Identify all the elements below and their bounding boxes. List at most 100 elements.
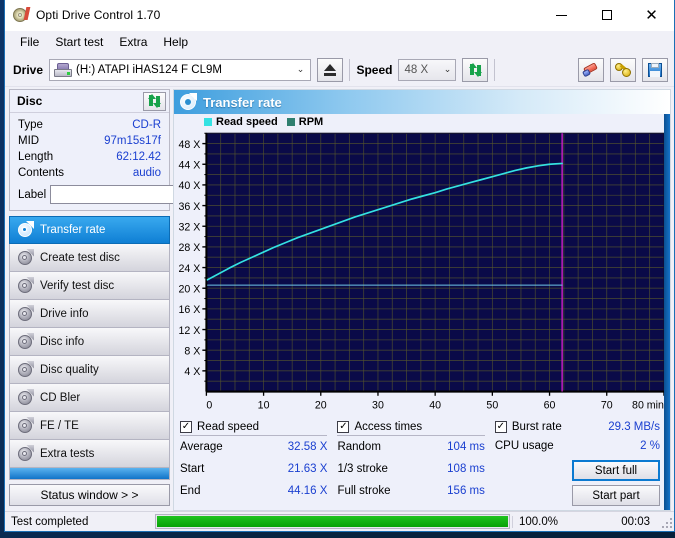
read-speed-header: Read speed: [180, 421, 328, 436]
start-part-label: Start part: [592, 489, 640, 502]
disc-key-contents: Contents: [18, 167, 65, 179]
stat-row-random: Random 104 ms: [337, 436, 484, 458]
maximize-button[interactable]: [584, 0, 629, 31]
sidebar-item-extra-tests[interactable]: Extra tests: [9, 440, 170, 468]
legend-swatch: [204, 117, 212, 126]
disc-label-row: Label: [18, 184, 240, 205]
sidebar-item-label: FE / TE: [40, 419, 79, 432]
stat-key: End: [180, 485, 201, 497]
elapsed-time: 00:03: [621, 515, 650, 528]
start-full-button[interactable]: Start full: [572, 460, 660, 481]
progress-bar-fill: [157, 516, 508, 527]
svg-text:80 min: 80 min: [632, 399, 664, 411]
svg-text:28 X: 28 X: [178, 242, 201, 254]
stat-value: 32.58 X: [287, 441, 328, 453]
floppy-save-icon: [648, 62, 662, 77]
tools-button[interactable]: [610, 57, 636, 82]
close-icon: ✕: [645, 5, 658, 24]
sidebar-nav-spacer: [9, 468, 170, 480]
erase-button[interactable]: [578, 57, 604, 82]
start-part-button[interactable]: Start part: [572, 485, 660, 506]
sidebar-item-fe-te[interactable]: FE / TE: [9, 412, 170, 440]
disc-key-type: Type: [18, 119, 43, 131]
svg-text:50: 50: [486, 399, 498, 411]
access-times-header: Access times: [337, 421, 485, 436]
toolbar-separator-1: [349, 58, 351, 81]
disc-info-panel: Disc Type CD-R MID 97m15s17f Length 62:1…: [9, 89, 240, 211]
disc-test-icon: [17, 332, 34, 350]
menu-item-help[interactable]: Help: [156, 33, 195, 51]
access-times-title: Access times: [354, 421, 423, 433]
svg-text:24 X: 24 X: [178, 263, 201, 275]
sidebar-item-label: Create test disc: [40, 251, 120, 264]
stat-value: 108 ms: [447, 463, 485, 475]
disc-test-icon: [17, 444, 34, 462]
status-window-button[interactable]: Status window > >: [9, 484, 170, 506]
sidebar-item-disc-info[interactable]: Disc info: [9, 328, 170, 356]
minimize-icon: [556, 14, 567, 16]
stat-row-third-stroke: 1/3 stroke 108 ms: [337, 458, 484, 480]
stat-key: Random: [337, 441, 381, 453]
drive-select-value: (H:) ATAPI iHAS124 F CL9M: [76, 63, 222, 76]
refresh-icon: [147, 94, 162, 108]
title-bar: Opti Drive Control 1.70 ✕: [5, 0, 674, 31]
right-scroll-edge[interactable]: [664, 114, 670, 510]
status-bar: Test completed 100.0% 00:03: [5, 511, 674, 531]
stat-value: 21.63 X: [287, 463, 328, 475]
sidebar-item-drive-info[interactable]: Drive info: [9, 300, 170, 328]
window-title: Opti Drive Control 1.70: [36, 8, 161, 22]
disc-panel-header: Disc: [10, 90, 169, 113]
sidebar-item-verify-test-disc[interactable]: Verify test disc: [9, 272, 170, 300]
close-button[interactable]: ✕: [629, 0, 674, 31]
menu-item-file[interactable]: File: [13, 33, 46, 51]
disc-test-icon: [17, 304, 34, 322]
svg-text:0: 0: [206, 399, 212, 411]
read-speed-checkbox[interactable]: [180, 421, 192, 433]
burst-rate-header: Burst rate 29.3 MB/s: [494, 421, 660, 435]
bug-icon: [615, 62, 631, 77]
legend-label: Read speed: [216, 115, 278, 128]
sidebar-item-disc-quality[interactable]: Disc quality: [9, 356, 170, 384]
menu-item-start-test[interactable]: Start test: [48, 33, 110, 51]
menu-item-extra[interactable]: Extra: [112, 33, 154, 51]
sidebar-item-create-test-disc[interactable]: Create test disc: [9, 244, 170, 272]
disc-test-icon: [180, 93, 197, 110]
speed-select[interactable]: 48 X ⌄: [398, 58, 457, 81]
status-message: Test completed: [11, 515, 89, 528]
disc-test-icon: [17, 388, 34, 406]
main-body: Disc Type CD-R MID 97m15s17f Length 62:1…: [5, 87, 674, 511]
save-button[interactable]: [642, 57, 668, 82]
minimize-button[interactable]: [539, 0, 584, 31]
eraser-icon: [582, 61, 599, 77]
stat-row-average: Average 32.58 X: [180, 436, 327, 458]
start-full-label: Start full: [594, 464, 638, 477]
status-window-button-label: Status window > >: [40, 488, 139, 502]
sidebar-item-cd-bler[interactable]: CD Bler: [9, 384, 170, 412]
stat-row-start: Start 21.63 X: [180, 458, 327, 480]
progress-bar: [155, 514, 510, 529]
disc-refresh-button[interactable]: [143, 91, 166, 111]
disc-row-mid: MID 97m15s17f: [18, 133, 161, 149]
sidebar-item-transfer-rate[interactable]: Transfer rate: [9, 216, 170, 244]
refresh-button[interactable]: [462, 57, 489, 82]
action-buttons: Start full Start part: [495, 460, 660, 506]
eject-button[interactable]: [317, 57, 344, 82]
svg-text:48 X: 48 X: [178, 139, 201, 151]
svg-text:16 X: 16 X: [178, 304, 201, 316]
disc-test-icon: [17, 360, 34, 378]
disc-row-length: Length 62:12.42: [18, 149, 161, 165]
svg-text:70: 70: [601, 399, 613, 411]
disc-value-mid: 97m15s17f: [104, 135, 161, 147]
window-controls: ✕: [539, 0, 674, 31]
resize-grip[interactable]: [658, 516, 672, 528]
svg-text:20 X: 20 X: [178, 283, 201, 295]
access-times-checkbox[interactable]: [337, 421, 350, 433]
disc-value-type: CD-R: [132, 119, 161, 131]
menu-bar: File Start test Extra Help: [5, 31, 674, 53]
drive-select[interactable]: (H:) ATAPI iHAS124 F CL9M ⌄: [49, 58, 312, 81]
burst-rate-checkbox[interactable]: [494, 421, 507, 433]
stat-value: 104 ms: [447, 441, 485, 453]
read-speed-title: Read speed: [197, 421, 260, 433]
sidebar-item-label: CD Bler: [40, 391, 81, 404]
stats-read-speed: Read speed Average 32.58 X Start 21.63 X…: [180, 421, 337, 506]
